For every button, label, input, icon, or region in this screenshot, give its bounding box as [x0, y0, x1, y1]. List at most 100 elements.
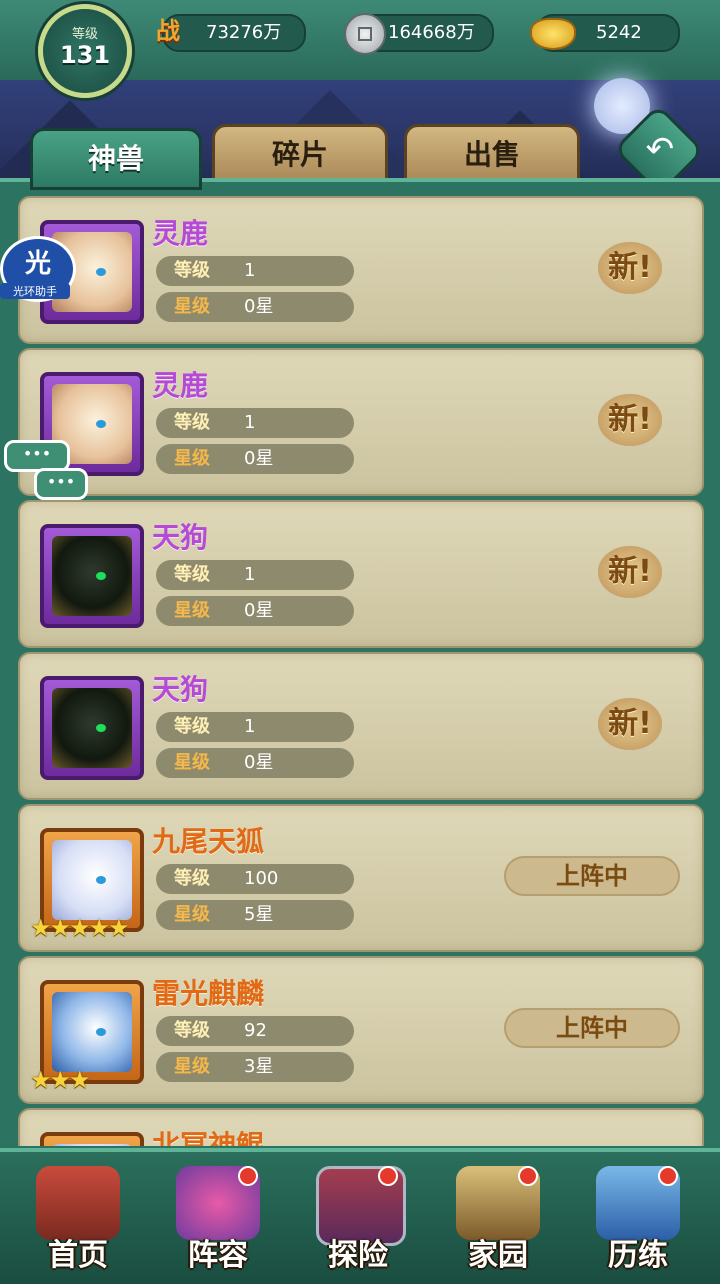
coin-value: 164668万: [388, 22, 475, 43]
deployed-badge: 上阵中: [504, 856, 680, 896]
new-badge: 新!: [598, 546, 662, 598]
beast-eye: [96, 876, 106, 884]
star-row: 星级 0星: [156, 748, 354, 778]
nav-label: 首页: [48, 1238, 108, 1273]
beast-name: 天狗: [152, 673, 209, 706]
tab-sell[interactable]: 出售: [404, 124, 580, 186]
beast-card[interactable]: ★★★★★ 九尾天狐 等级 100 星级 5星 上阵中: [18, 804, 704, 952]
star-row: 星级 3星: [156, 1052, 354, 1082]
nav-home-button[interactable]: 首页: [12, 1152, 144, 1284]
chat-bubble-front: •••: [34, 468, 88, 500]
nav-label: 阵容: [188, 1238, 248, 1273]
nav-label: 家园: [468, 1238, 528, 1273]
level-caption: 等级: [71, 27, 98, 42]
level-label: 等级: [174, 412, 210, 433]
back-arrow-icon: ↶: [645, 129, 674, 170]
beast-portrait-art: [52, 1144, 132, 1146]
notification-dot: [378, 1166, 398, 1186]
star-rating: ★★★★★: [30, 914, 130, 942]
level-row: 等级 1: [156, 256, 354, 286]
deployed-badge: 上阵中: [504, 1008, 680, 1048]
star-row: 星级 0星: [156, 444, 354, 474]
beast-name: 灵鹿: [152, 369, 209, 402]
beast-eye: [96, 420, 106, 428]
level-value: 1: [244, 716, 256, 737]
tab-divine-beast[interactable]: 神兽: [30, 128, 202, 190]
notification-dot: [658, 1166, 678, 1186]
star-row: 星级 5星: [156, 900, 354, 930]
level-value: 92: [244, 1020, 267, 1041]
beast-name: 雷光麒麟: [152, 977, 265, 1010]
star-label: 星级: [174, 296, 210, 317]
level-label: 等级: [174, 868, 210, 889]
silver-coin-icon: [344, 13, 386, 55]
beast-card[interactable]: 灵鹿 等级 1 星级 0星 新!: [18, 348, 704, 496]
chat-bubble-icon[interactable]: ••• •••: [4, 440, 88, 502]
beast-portrait: [40, 676, 144, 780]
beast-portrait: [40, 524, 144, 628]
helper-glyph: 光: [24, 249, 51, 279]
star-value: 0星: [244, 448, 274, 469]
nav-lineup-button[interactable]: 阵容: [152, 1152, 284, 1284]
star-label: 星级: [174, 752, 210, 773]
combat-power-icon: 战: [156, 17, 180, 45]
beast-card[interactable]: 天狗 等级 1 星级 0星 新!: [18, 652, 704, 800]
palace-gate-icon: [36, 1166, 120, 1240]
star-value: 5星: [244, 904, 274, 925]
beast-list[interactable]: 灵鹿 等级 1 星级 0星 新! 灵鹿 等级 1 星级 0星 新! 天狗 等级 …: [18, 196, 704, 1146]
star-label: 星级: [174, 1056, 210, 1077]
new-badge: 新!: [598, 242, 662, 294]
beast-portrait-art: [52, 536, 132, 616]
beast-portrait-art: [52, 992, 132, 1072]
notification-dot: [518, 1166, 538, 1186]
bottom-navigation: 首页 阵容 探险 家园 历练: [0, 1148, 720, 1284]
new-badge: 新!: [598, 698, 662, 750]
level-row: 等级 1: [156, 560, 354, 590]
level-row: 等级 100: [156, 864, 354, 894]
star-label: 星级: [174, 600, 210, 621]
level-label: 等级: [174, 260, 210, 281]
beast-name: 天狗: [152, 521, 209, 554]
combat-power-value: 73276万: [206, 22, 282, 43]
level-label: 等级: [174, 1020, 210, 1041]
beast-card[interactable]: ★★★ 雷光麒麟 等级 92 星级 3星 上阵中: [18, 956, 704, 1104]
notification-dot: [238, 1166, 258, 1186]
beast-eye: [96, 724, 106, 732]
beast-eye: [96, 1028, 106, 1036]
level-row: 等级 92: [156, 1016, 354, 1046]
beast-card[interactable]: 北冥神鲲: [18, 1108, 704, 1146]
nav-explore-button[interactable]: 探险: [292, 1152, 424, 1284]
level-value: 1: [244, 564, 256, 585]
nav-training-button[interactable]: 历练: [572, 1152, 704, 1284]
star-rating: ★★★: [30, 1066, 91, 1094]
gold-ingot-icon: [530, 18, 576, 50]
player-level-badge[interactable]: 等级 131: [38, 4, 132, 98]
beast-card[interactable]: 天狗 等级 1 星级 0星 新!: [18, 500, 704, 648]
gold-value: 5242: [596, 22, 642, 43]
beast-name: 灵鹿: [152, 217, 209, 250]
star-row: 星级 0星: [156, 596, 354, 626]
level-value: 100: [244, 868, 279, 889]
star-value: 3星: [244, 1056, 274, 1077]
star-value: 0星: [244, 296, 274, 317]
level-row: 等级 1: [156, 712, 354, 742]
gold-display: 5242: [530, 14, 680, 52]
beast-portrait: [40, 1132, 144, 1146]
nav-label: 历练: [608, 1238, 668, 1273]
tab-fragments[interactable]: 碎片: [212, 124, 388, 186]
star-value: 0星: [244, 752, 274, 773]
new-badge: 新!: [598, 394, 662, 446]
star-value: 0星: [244, 600, 274, 621]
beast-portrait-art: [52, 840, 132, 920]
beast-card[interactable]: 灵鹿 等级 1 星级 0星 新!: [18, 196, 704, 344]
nav-label: 探险: [328, 1238, 388, 1273]
level-value: 1: [244, 260, 256, 281]
star-label: 星级: [174, 904, 210, 925]
beast-name: 九尾天狐: [152, 825, 265, 858]
combat-power-display: 战 73276万: [156, 14, 306, 52]
beast-name: 北冥神鲲: [152, 1129, 265, 1146]
nav-garden-button[interactable]: 家园: [432, 1152, 564, 1284]
beast-eye: [96, 572, 106, 580]
level-row: 等级 1: [156, 408, 354, 438]
level-label: 等级: [174, 564, 210, 585]
